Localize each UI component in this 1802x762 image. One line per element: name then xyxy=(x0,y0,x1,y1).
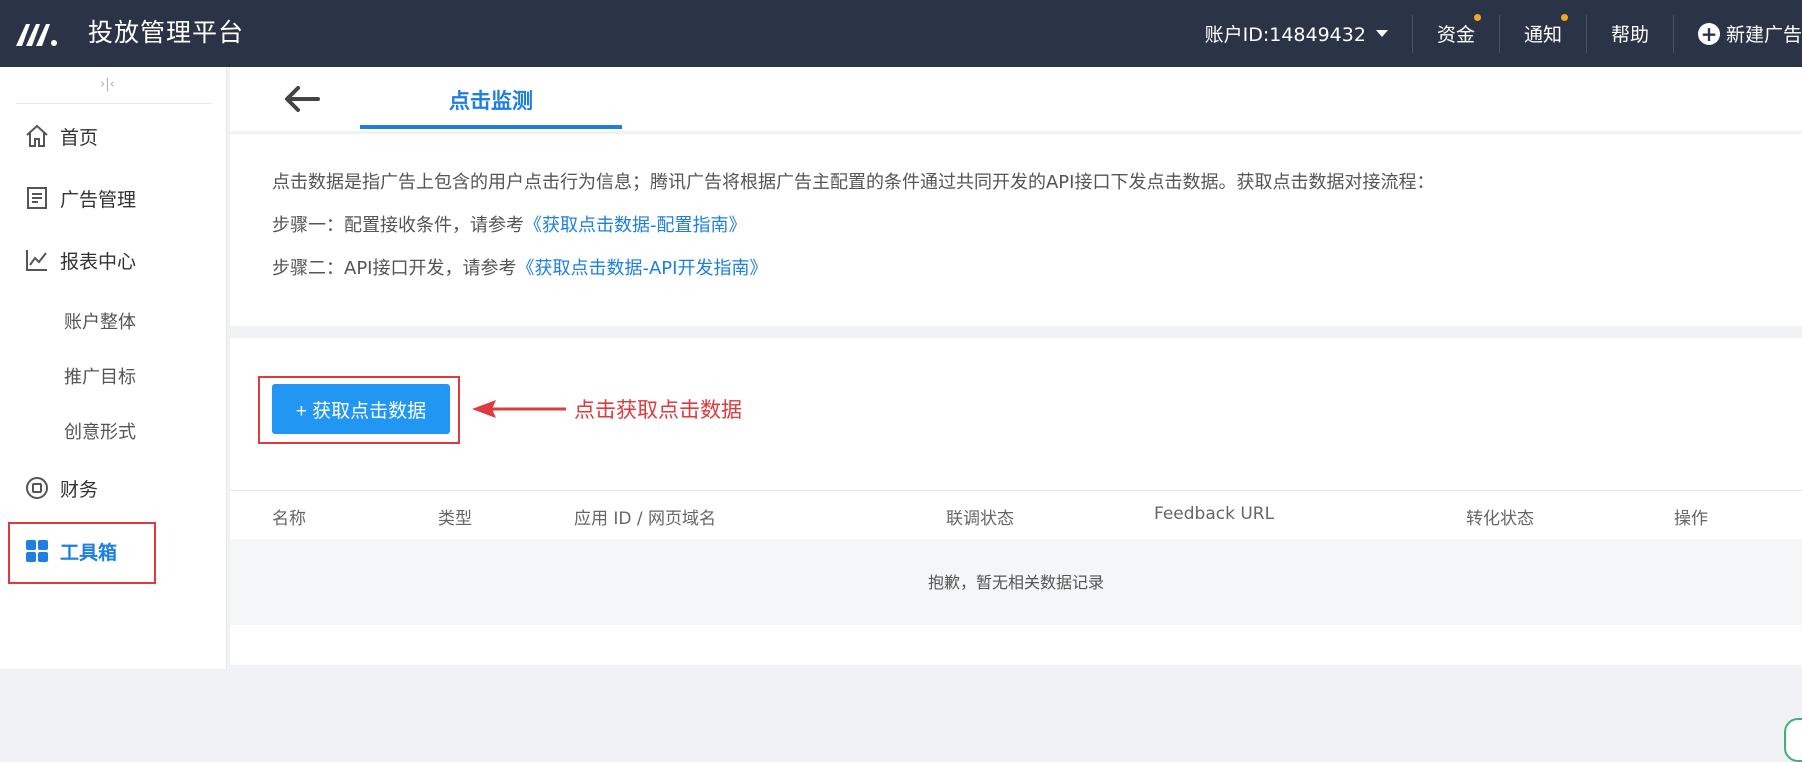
app-title: 投放管理平台 xyxy=(88,18,245,47)
home-icon xyxy=(26,124,48,147)
sidebar-item-reports[interactable]: 报表中心 xyxy=(24,245,136,275)
annotation-text: 点击获取点击数据 xyxy=(574,398,742,422)
highlight-box-fetch-button xyxy=(258,376,460,444)
sidebar-item-ad-management[interactable]: 广告管理 xyxy=(24,183,136,213)
funds-link[interactable]: 资金 xyxy=(1413,14,1499,47)
plus-circle-icon: + xyxy=(1697,22,1720,45)
notification-dot-icon xyxy=(1473,14,1481,21)
info-card: 点击数据是指广告上包含的用户点击行为信息；腾讯广告将根据广告主配置的条件通过共同… xyxy=(230,134,1802,326)
sidebar-subitem-creative-format[interactable]: 创意形式 xyxy=(64,418,136,444)
empty-message: 抱歉，暂无相关数据记录 xyxy=(927,573,1104,592)
new-ad-label: 新建广告 xyxy=(1725,24,1802,46)
sidebar-item-label: 财务 xyxy=(60,478,99,501)
annotation-arrow-icon xyxy=(472,400,566,418)
divider xyxy=(16,103,212,104)
sidebar-subitem-promotion-goal[interactable]: 推广目标 xyxy=(64,363,136,389)
column-header-type: 类型 xyxy=(438,509,472,529)
top-bar: 投放管理平台 账户ID:14849432 资金 通知 帮助 + 新建广告 xyxy=(0,0,1802,67)
tab-click-monitoring[interactable]: 点击监测 xyxy=(360,85,622,115)
tab-active-indicator xyxy=(360,125,622,129)
document-icon xyxy=(27,187,47,209)
column-header-debug-status: 联调状态 xyxy=(946,509,1014,529)
sidebar-item-finance[interactable]: 财务 xyxy=(24,473,98,503)
floating-widget-icon[interactable] xyxy=(1784,718,1802,762)
help-link[interactable]: 帮助 xyxy=(1587,20,1673,47)
back-arrow-icon[interactable] xyxy=(282,83,322,115)
top-right-menu: 账户ID:14849432 资金 通知 帮助 + 新建广告 xyxy=(1205,0,1802,67)
column-header-name: 名称 xyxy=(272,509,306,529)
account-selector[interactable]: 账户ID:14849432 xyxy=(1205,20,1412,47)
notice-label: 通知 xyxy=(1523,24,1562,46)
api-guide-link[interactable]: 《获取点击数据-API开发指南》 xyxy=(516,258,767,279)
tab-bar: 点击监测 xyxy=(230,67,1802,131)
notice-link[interactable]: 通知 xyxy=(1500,14,1586,47)
info-step-two: 步骤二：API接口开发，请参考《获取点击数据-API开发指南》 xyxy=(272,254,767,280)
help-label: 帮助 xyxy=(1610,24,1649,46)
info-step-one: 步骤一：配置接收条件，请参考《获取点击数据-配置指南》 xyxy=(272,211,747,237)
column-header-actions: 操作 xyxy=(1674,509,1708,529)
sidebar-item-label: 广告管理 xyxy=(60,188,137,211)
step-two-text: 步骤二：API接口开发，请参考 xyxy=(272,258,517,279)
table-header: 名称 类型 应用 ID / 网页域名 联调状态 Feedback URL 转化状… xyxy=(230,490,1802,540)
sidebar-subitem-account-overall[interactable]: 账户整体 xyxy=(64,308,136,334)
new-ad-button[interactable]: + 新建广告 xyxy=(1674,20,1802,47)
sidebar-item-label: 首页 xyxy=(60,126,99,149)
notification-dot-icon xyxy=(1560,14,1568,21)
collapse-sidebar-icon[interactable]: ›|‹ xyxy=(100,77,115,92)
logo-icon[interactable] xyxy=(14,16,60,50)
column-header-conversion-status: 转化状态 xyxy=(1466,509,1534,529)
step-one-text: 步骤一：配置接收条件，请参考 xyxy=(272,215,524,236)
column-header-feedback-url: Feedback URL xyxy=(1154,504,1275,524)
account-label: 账户ID:14849432 xyxy=(1204,24,1366,46)
info-description: 点击数据是指广告上包含的用户点击行为信息；腾讯广告将根据广告主配置的条件通过共同… xyxy=(272,172,1435,193)
config-guide-link[interactable]: 《获取点击数据-配置指南》 xyxy=(524,215,747,236)
sidebar-item-home[interactable]: 首页 xyxy=(24,121,98,151)
column-header-app-id: 应用 ID / 网页域名 xyxy=(574,509,717,529)
funds-label: 资金 xyxy=(1436,24,1475,46)
coin-icon xyxy=(26,477,48,499)
sidebar-item-label: 报表中心 xyxy=(60,250,137,273)
highlight-box-toolbox xyxy=(8,522,156,584)
line-chart-icon xyxy=(26,250,47,271)
table-empty-state: 抱歉，暂无相关数据记录 xyxy=(230,539,1802,625)
data-card: + 获取点击数据 点击获取点击数据 名称 类型 应用 ID / 网页域名 联调状… xyxy=(230,338,1802,762)
chevron-down-icon xyxy=(1375,30,1388,37)
